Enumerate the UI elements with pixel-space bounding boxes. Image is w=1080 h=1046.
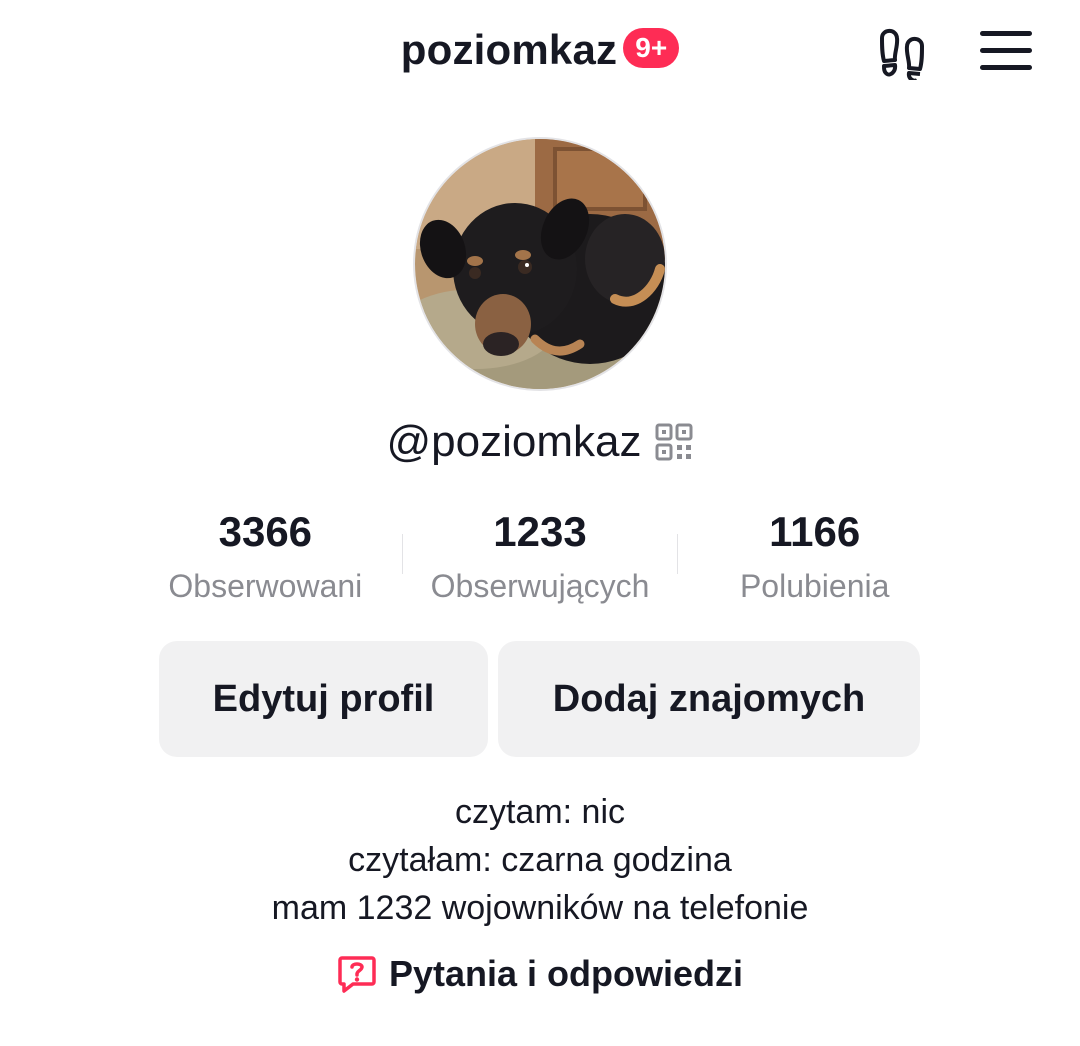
footprints-button[interactable] — [872, 22, 932, 82]
menu-line — [980, 31, 1032, 36]
menu-line — [980, 65, 1032, 70]
menu-line — [980, 48, 1032, 53]
stat-divider — [402, 534, 403, 574]
qr-code-icon[interactable] — [655, 423, 693, 461]
qa-label: Pytania i odpowiedzi — [388, 953, 744, 994]
stat-label: Obserwowani — [168, 568, 363, 604]
profile-header: poziomkaz 9+ — [0, 0, 1080, 100]
dog-profile-photo — [415, 139, 665, 389]
stat-following[interactable]: 3366 Obserwowani — [128, 500, 403, 620]
bio-line: czytałam: czarna godzina — [348, 841, 732, 879]
username-title[interactable]: poziomkaz — [401, 24, 618, 76]
notification-badge: 9+ — [623, 28, 680, 68]
stat-likes[interactable]: 1166 Polubienia — [677, 500, 952, 620]
add-friends-button[interactable]: Dodaj znajomych — [498, 641, 920, 757]
handle-row: @poziomkaz — [0, 412, 1080, 472]
profile-handle: @poziomkaz — [386, 417, 642, 466]
footprints-icon — [880, 28, 924, 80]
edit-profile-button[interactable]: Edytuj profil — [159, 641, 488, 757]
stat-label: Polubienia — [739, 568, 890, 604]
hamburger-menu-button[interactable] — [974, 24, 1038, 76]
profile-bio: czytam: nic czytałam: czarna godzina mam… — [0, 788, 1080, 932]
stat-divider — [677, 534, 678, 574]
bio-line: czytam: nic — [454, 793, 626, 831]
avatar[interactable] — [415, 139, 665, 389]
stat-value: 1166 — [769, 508, 861, 555]
question-bubble-icon — [338, 956, 376, 993]
stat-value: 3366 — [218, 508, 313, 555]
profile-stats: 3366 Obserwowani 1233 Obserwujących 1166… — [128, 500, 952, 620]
stat-value: 1233 — [493, 508, 587, 555]
stat-followers[interactable]: 1233 Obserwujących — [403, 500, 678, 620]
bio-line: mam 1232 wojowników na telefonie — [271, 889, 809, 927]
qa-link[interactable]: Pytania i odpowiedzi — [0, 950, 1080, 998]
stat-label: Obserwujących — [430, 568, 650, 604]
